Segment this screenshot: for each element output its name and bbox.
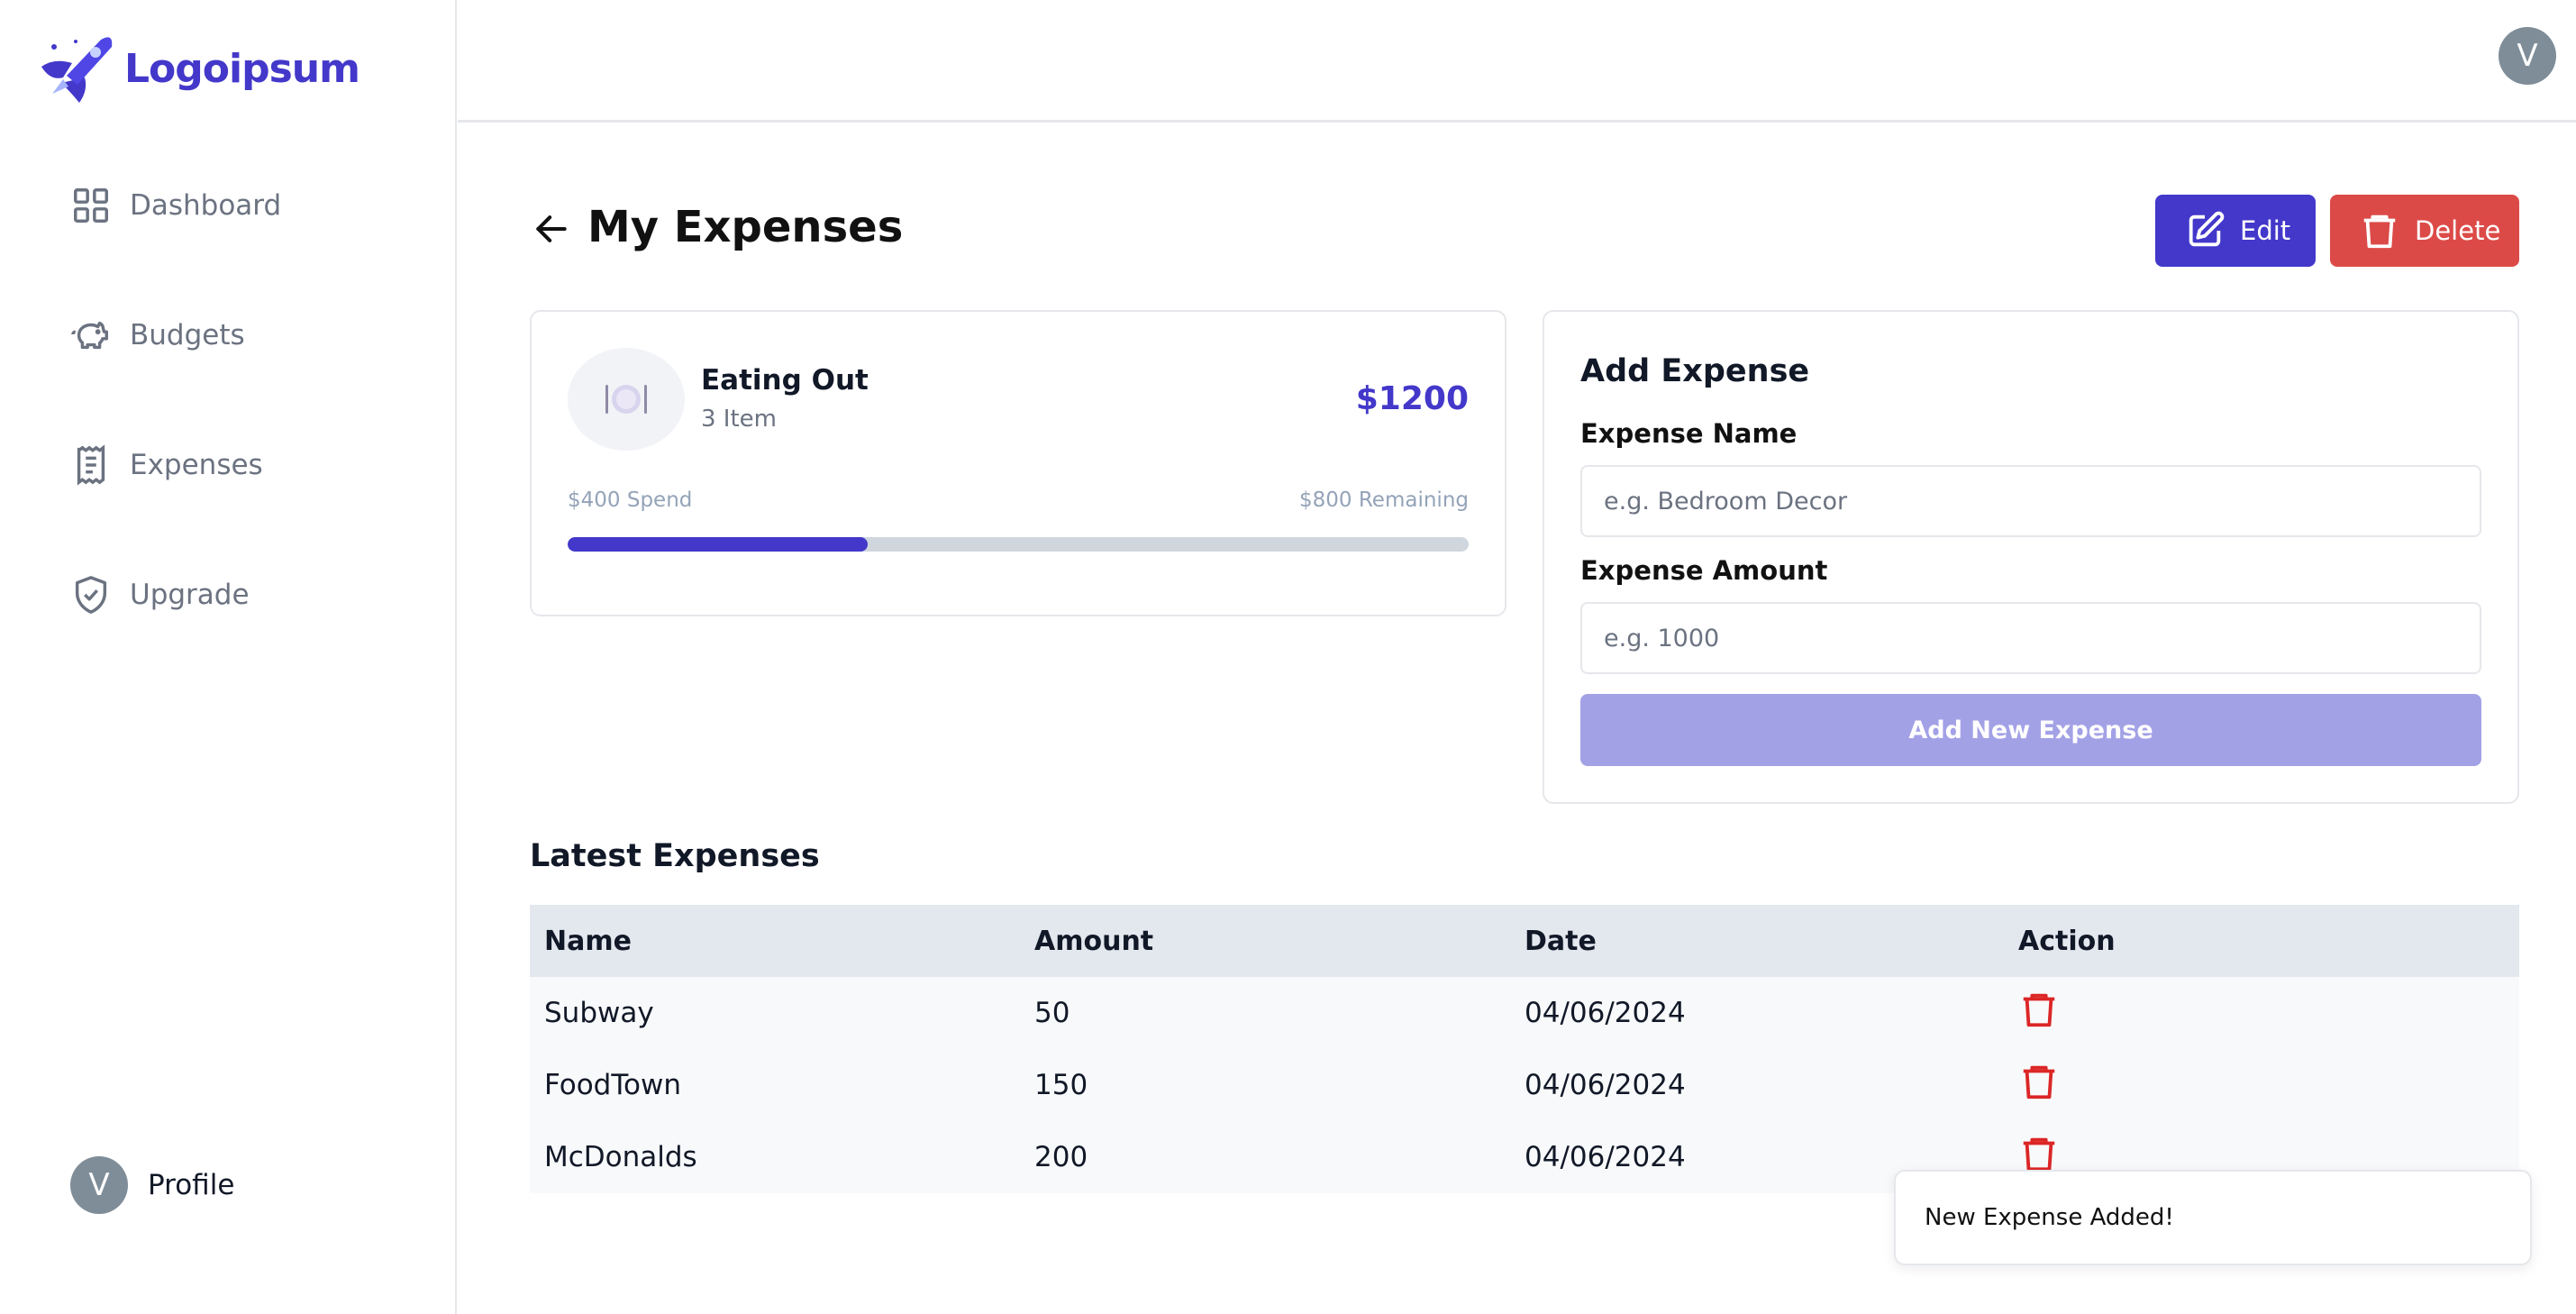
sidebar-item-label: Expenses [130, 449, 263, 481]
expense-date-cell: 04/06/2024 [1525, 1141, 1686, 1173]
budget-progress-bar [568, 537, 1469, 552]
budget-name: Eating Out [701, 364, 869, 397]
expense-name-label: Expense Name [1580, 418, 1798, 449]
topbar: V [458, 0, 2576, 123]
table-header-row: Name Amount Date Action [530, 905, 2519, 977]
budget-item-count: 3 Item [701, 406, 777, 433]
delete-button-label: Delete [2415, 215, 2501, 246]
add-expense-card: Add Expense Expense Name Expense Amount … [1543, 310, 2519, 804]
grid-icon [74, 188, 108, 223]
expense-date-cell: 04/06/2024 [1525, 1069, 1686, 1101]
expenses-table: Name Amount Date Action Subway 50 04/06/… [530, 905, 2519, 1193]
toast-message: New Expense Added! [1925, 1204, 2174, 1231]
budget-amount: $1200 [1355, 380, 1469, 417]
expense-name-cell: Subway [544, 997, 654, 1029]
remaining-label: $800 Remaining [1299, 488, 1469, 512]
logo-text: Logoipsum [124, 45, 360, 92]
sidebar-item-upgrade[interactable]: Upgrade [70, 568, 431, 622]
plate-cutlery-icon [605, 385, 647, 414]
rocket-logo-icon [41, 37, 113, 103]
shield-check-icon [75, 576, 107, 614]
receipt-icon [77, 444, 105, 486]
trash-icon[interactable] [2018, 1132, 2060, 1175]
trash-icon[interactable] [2018, 988, 2060, 1031]
avatar: V [70, 1156, 128, 1214]
expense-amount-cell: 150 [1034, 1069, 1088, 1101]
table-row: Subway 50 04/06/2024 [530, 977, 2519, 1049]
sidebar-item-expenses[interactable]: Expenses [70, 438, 431, 492]
table-row: FoodTown 150 04/06/2024 [530, 1049, 2519, 1121]
back-arrow-icon[interactable] [532, 209, 571, 249]
spend-label: $400 Spend [568, 488, 693, 512]
trash-icon [2363, 214, 2396, 249]
column-header: Amount [1034, 925, 1154, 957]
column-header: Date [1525, 925, 1597, 957]
expense-name-cell: McDonalds [544, 1141, 697, 1173]
budget-card[interactable]: Eating Out 3 Item $1200 $400 Spend $800 … [530, 310, 1506, 616]
budget-emoji-circle [568, 348, 685, 451]
toast-notification: New Expense Added! [1894, 1170, 2532, 1265]
expense-amount-cell: 200 [1034, 1141, 1088, 1173]
pencil-square-icon [2189, 211, 2225, 247]
piggy-bank-icon [71, 321, 108, 350]
budget-progress-fill [568, 537, 868, 552]
profile-link[interactable]: V Profile [70, 1156, 234, 1214]
column-header: Action [2018, 925, 2116, 957]
sidebar-item-label: Dashboard [130, 189, 282, 222]
sidebar-item-label: Budgets [130, 319, 245, 351]
delete-button[interactable]: Delete [2330, 195, 2519, 267]
edit-button-label: Edit [2240, 215, 2291, 246]
logo[interactable]: Logoipsum [36, 31, 360, 106]
action-cell [2000, 1060, 2519, 1110]
sidebar-item-dashboard[interactable]: Dashboard [70, 178, 431, 233]
latest-expenses-title: Latest Expenses [530, 838, 820, 874]
add-expense-title: Add Expense [1580, 353, 1810, 389]
expense-date-cell: 04/06/2024 [1525, 997, 1686, 1029]
sidebar-item-label: Upgrade [130, 579, 250, 611]
user-avatar[interactable]: V [2499, 27, 2556, 85]
expense-amount-cell: 50 [1034, 997, 1070, 1029]
expense-amount-input[interactable] [1580, 602, 2481, 674]
action-cell [2000, 988, 2519, 1038]
add-new-expense-button[interactable]: Add New Expense [1580, 694, 2481, 766]
sidebar-item-budgets[interactable]: Budgets [70, 308, 431, 362]
edit-button[interactable]: Edit [2155, 195, 2316, 267]
expense-amount-label: Expense Amount [1580, 555, 1828, 586]
profile-label: Profile [148, 1169, 235, 1201]
trash-icon[interactable] [2018, 1060, 2060, 1103]
expense-name-input[interactable] [1580, 465, 2481, 537]
page-title: My Expenses [587, 202, 904, 252]
expense-name-cell: FoodTown [544, 1069, 681, 1101]
sidebar: Logoipsum Dashboard Budgets Expenses Upg… [0, 0, 457, 1314]
column-header: Name [544, 925, 632, 957]
